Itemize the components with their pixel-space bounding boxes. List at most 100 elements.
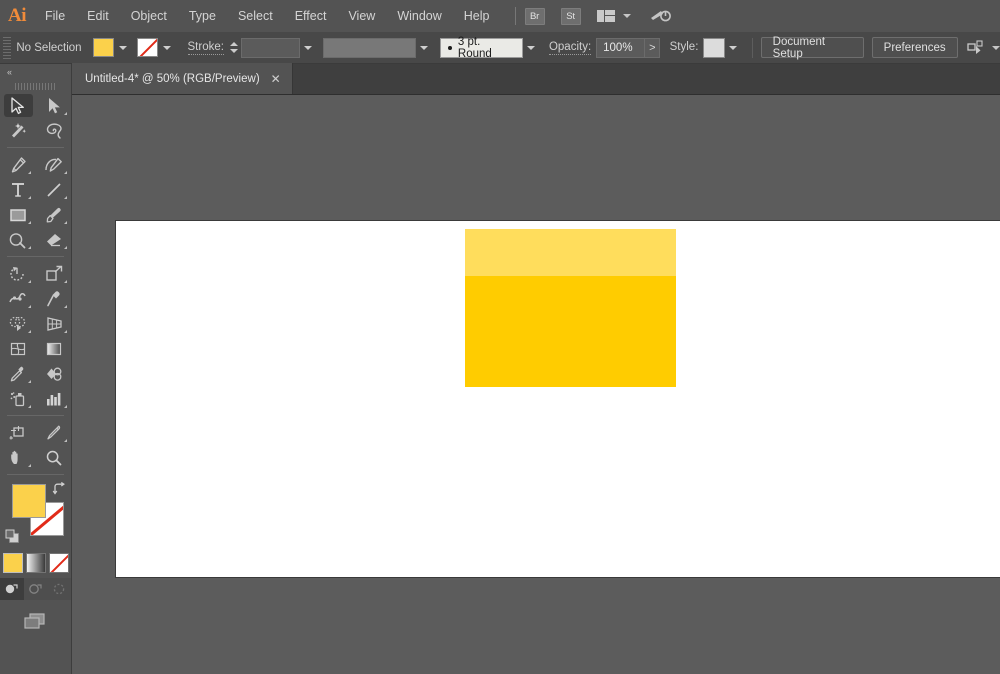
graphic-style-swatch[interactable] xyxy=(703,38,725,58)
gradient-button[interactable] xyxy=(26,553,46,573)
draw-normal-button[interactable] xyxy=(0,578,24,600)
hand-tool[interactable] xyxy=(0,445,36,470)
none-button[interactable] xyxy=(49,553,69,573)
stock-button[interactable]: St xyxy=(561,8,581,25)
brush-definition-dropdown-icon[interactable] xyxy=(523,38,540,58)
paintbrush-tool[interactable] xyxy=(36,202,72,227)
menu-select[interactable]: Select xyxy=(227,0,284,32)
bridge-button[interactable]: Br xyxy=(525,8,545,25)
magic-wand-tool[interactable] xyxy=(0,118,36,143)
yellow-rectangle-top[interactable] xyxy=(465,229,676,276)
gradient-tool[interactable] xyxy=(36,336,72,361)
lasso-tool[interactable] xyxy=(36,118,72,143)
eraser-tool[interactable] xyxy=(36,227,72,252)
artboard-tool[interactable] xyxy=(0,420,36,445)
opacity-options-button[interactable]: > xyxy=(645,38,660,58)
collapse-panel-button[interactable]: « xyxy=(0,64,71,79)
tool-more-icon xyxy=(64,439,67,442)
rotate-tool[interactable] xyxy=(0,261,36,286)
color-button[interactable] xyxy=(3,553,23,573)
direct-selection-tool[interactable] xyxy=(36,93,72,118)
menu-edit[interactable]: Edit xyxy=(76,0,120,32)
yellow-rectangle-bottom[interactable] xyxy=(465,276,676,387)
tool-divider xyxy=(7,256,64,257)
shape-builder-tool[interactable] xyxy=(0,311,36,336)
tool-more-icon xyxy=(64,112,67,115)
opacity-label[interactable]: Opacity: xyxy=(549,41,591,55)
menu-effect[interactable]: Effect xyxy=(284,0,338,32)
align-to-artboard-button[interactable] xyxy=(967,40,1000,56)
tool-group-selection xyxy=(0,93,71,143)
fill-dropdown-icon[interactable] xyxy=(115,38,131,57)
preferences-button[interactable]: Preferences xyxy=(872,37,958,58)
document-tab[interactable]: Untitled-4* @ 50% (RGB/Preview) ✕ xyxy=(72,63,293,94)
shaper-tool[interactable] xyxy=(0,227,36,252)
symbol-sprayer-tool[interactable] xyxy=(0,386,36,411)
stroke-weight-label[interactable]: Stroke: xyxy=(188,41,224,55)
line-segment-tool[interactable] xyxy=(36,177,72,202)
stroke-weight-input[interactable] xyxy=(241,38,300,58)
menu-help[interactable]: Help xyxy=(453,0,501,32)
tools-panel-grip[interactable] xyxy=(0,79,71,93)
menu-type[interactable]: Type xyxy=(178,0,227,32)
stroke-weight-dropdown-icon[interactable] xyxy=(300,38,317,58)
artboard[interactable] xyxy=(115,220,1000,578)
mesh-tool[interactable] xyxy=(0,336,36,361)
close-icon[interactable]: ✕ xyxy=(271,73,281,85)
stroke-swatch[interactable] xyxy=(137,38,158,57)
fill-swatch[interactable] xyxy=(93,38,114,57)
rectangle-tool[interactable] xyxy=(0,202,36,227)
curvature-tool[interactable] xyxy=(36,152,72,177)
menu-object[interactable]: Object xyxy=(120,0,178,32)
workspace-switcher-button[interactable] xyxy=(649,7,671,25)
align-dropdown-icon[interactable] xyxy=(992,46,1000,50)
tool-group-navigation xyxy=(0,420,71,470)
slice-tool[interactable] xyxy=(36,420,72,445)
default-fill-stroke-button[interactable] xyxy=(5,529,20,544)
change-screen-mode-button[interactable] xyxy=(0,611,71,631)
eyedropper-tool[interactable] xyxy=(0,361,36,386)
style-label: Style: xyxy=(670,41,699,54)
free-transform-tool[interactable] xyxy=(36,286,72,311)
draw-inside-button[interactable] xyxy=(47,578,71,600)
fill-swatch-group[interactable] xyxy=(93,38,131,57)
width-tool[interactable] xyxy=(0,286,36,311)
menu-file[interactable]: File xyxy=(34,0,76,32)
swap-fill-stroke-icon xyxy=(52,482,66,496)
document-setup-button[interactable]: Document Setup xyxy=(761,37,865,58)
menu-window[interactable]: Window xyxy=(386,0,452,32)
arrange-documents-button[interactable] xyxy=(597,10,631,23)
zoom-tool[interactable] xyxy=(36,445,72,470)
tool-divider xyxy=(7,147,64,148)
stroke-dropdown-icon[interactable] xyxy=(159,38,175,57)
blend-tool[interactable] xyxy=(36,361,72,386)
opacity-input[interactable]: 100% xyxy=(596,38,645,58)
selection-tool[interactable] xyxy=(0,93,36,118)
graphic-style-dropdown-icon[interactable] xyxy=(726,38,741,57)
illustrator-logo: Ai xyxy=(0,0,34,32)
brush-definition-select[interactable]: 3 pt. Round xyxy=(440,38,523,58)
column-graph-tool[interactable] xyxy=(36,386,72,411)
pen-tool[interactable] xyxy=(0,152,36,177)
swap-fill-stroke-button[interactable] xyxy=(52,482,66,496)
control-bar: No Selection Stroke: 3 pt. Round Opacity… xyxy=(0,32,1000,64)
brush-definition-label: 3 pt. Round xyxy=(458,36,515,60)
tool-more-icon xyxy=(28,246,31,249)
tool-more-icon xyxy=(28,330,31,333)
type-tool[interactable] xyxy=(0,177,36,202)
workspace-switcher-icon xyxy=(649,7,671,25)
draw-behind-button[interactable] xyxy=(24,578,48,600)
tool-more-icon xyxy=(28,405,31,408)
menu-view[interactable]: View xyxy=(337,0,386,32)
fill-color-swatch[interactable] xyxy=(12,484,46,518)
stroke-profile-input[interactable] xyxy=(323,38,416,58)
perspective-grid-tool[interactable] xyxy=(36,311,72,336)
tool-more-icon xyxy=(28,196,31,199)
scale-tool[interactable] xyxy=(36,261,72,286)
stroke-profile-dropdown-icon[interactable] xyxy=(416,38,433,58)
control-bar-grip[interactable] xyxy=(3,37,11,59)
stroke-swatch-group[interactable] xyxy=(137,38,175,57)
canvas-area[interactable] xyxy=(72,95,1000,674)
stroke-weight-stepper[interactable] xyxy=(229,38,239,58)
tool-more-icon xyxy=(64,280,67,283)
